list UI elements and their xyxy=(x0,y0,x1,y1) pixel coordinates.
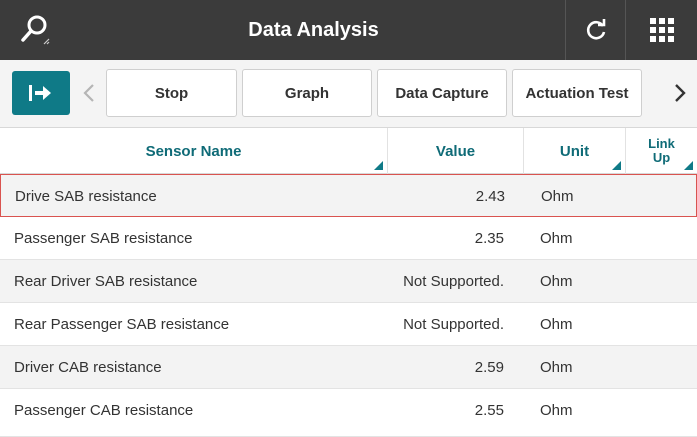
sort-corner-icon xyxy=(374,161,383,170)
sort-corner-icon xyxy=(684,161,693,170)
column-header-value[interactable]: Value xyxy=(388,128,524,174)
page-title: Data Analysis xyxy=(248,18,379,41)
column-header-unit[interactable]: Unit xyxy=(524,128,626,174)
exit-arrow-icon xyxy=(29,85,51,101)
refresh-button[interactable] xyxy=(565,0,625,60)
sensor-value: 2.35 xyxy=(474,230,504,247)
sensor-unit: Ohm xyxy=(540,273,573,290)
chevron-right-icon xyxy=(675,84,686,102)
sensor-name: Driver CAB resistance xyxy=(14,359,162,376)
grid-menu-button[interactable] xyxy=(625,0,697,60)
search-button[interactable] xyxy=(0,0,70,60)
sensor-unit: Ohm xyxy=(540,359,573,376)
sensor-name: Passenger CAB resistance xyxy=(14,402,194,419)
sensor-name: Drive SAB resistance xyxy=(15,188,157,205)
table-row[interactable]: Rear Driver SAB resistance Not Supported… xyxy=(0,260,697,303)
sensor-name: Rear Driver SAB resistance xyxy=(14,273,198,290)
sensor-value: Not Supported. xyxy=(403,316,504,333)
title-bar: Data Analysis xyxy=(0,0,697,60)
toolbar: Stop Graph Data Capture Actuation Test xyxy=(0,60,697,128)
scroll-right-button[interactable] xyxy=(666,71,694,115)
sensor-value: 2.43 xyxy=(475,188,505,205)
sensor-value: Not Supported. xyxy=(403,273,504,290)
table-row[interactable]: Drive SAB resistance 2.43 Ohm xyxy=(0,174,697,217)
graph-button[interactable]: Graph xyxy=(242,69,372,117)
refresh-icon xyxy=(586,19,605,40)
table-row[interactable]: Rear Passenger SAB resistance Not Suppor… xyxy=(0,303,697,346)
sensor-name: Passenger SAB resistance xyxy=(14,230,193,247)
column-header-link-up[interactable]: Link Up xyxy=(626,128,697,174)
sensor-value: 2.55 xyxy=(474,402,504,419)
stop-button[interactable]: Stop xyxy=(106,69,237,117)
sensor-name: Rear Passenger SAB resistance xyxy=(14,316,230,333)
sensor-unit: Ohm xyxy=(540,316,573,333)
table-row[interactable]: Passenger CAB resistance 2.55 Ohm xyxy=(0,389,697,437)
sensor-value: 2.59 xyxy=(474,359,504,376)
sensor-unit: Ohm xyxy=(540,230,573,247)
table-row[interactable]: Driver CAB resistance 2.59 Ohm xyxy=(0,346,697,389)
grid-menu-icon xyxy=(649,18,674,42)
chevron-left-icon xyxy=(83,84,94,102)
scroll-left-button[interactable] xyxy=(76,71,102,115)
data-capture-button[interactable]: Data Capture xyxy=(377,69,507,117)
actuation-test-button[interactable]: Actuation Test xyxy=(512,69,642,117)
search-icon xyxy=(21,15,50,45)
exit-button[interactable] xyxy=(12,71,70,115)
table-row[interactable]: Passenger SAB resistance 2.35 Ohm xyxy=(0,217,697,260)
sensor-unit: Ohm xyxy=(540,402,573,419)
table-header: Sensor Name Value Unit Link Up xyxy=(0,128,697,174)
sensor-unit: Ohm xyxy=(541,188,574,205)
sort-corner-icon xyxy=(612,161,621,170)
column-header-sensor-name[interactable]: Sensor Name xyxy=(0,128,388,174)
